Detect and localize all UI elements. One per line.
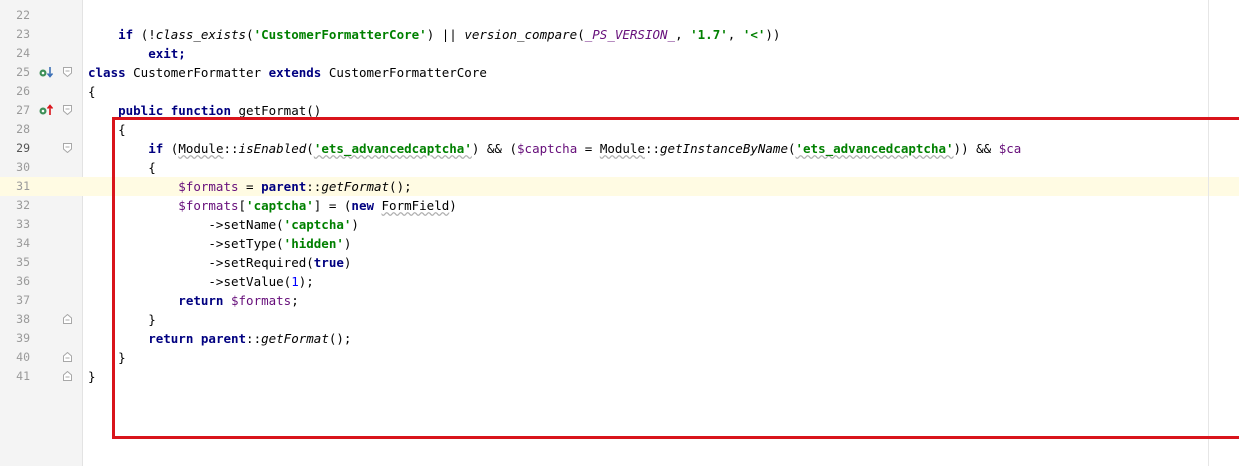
overriding-method-icon[interactable]	[38, 102, 54, 118]
code-editor[interactable]: 22 23 if (!class_exists('CustomerFormatte…	[0, 0, 1239, 466]
code-token: ,	[727, 27, 743, 42]
line-number: 24	[16, 46, 30, 60]
highlight-annotation-box	[112, 117, 1239, 439]
code-token: if	[88, 27, 141, 42]
code-token: getFormat()	[238, 103, 322, 118]
code-line[interactable]: 22	[0, 6, 1239, 25]
code-token: (!	[140, 27, 156, 42]
line-number: 32	[16, 198, 30, 212]
code-token: extends	[268, 65, 329, 80]
fold-marker-icon[interactable]	[63, 143, 72, 153]
line-number: 36	[16, 274, 30, 288]
code-token: exit;	[88, 46, 186, 61]
fold-marker-icon[interactable]	[63, 314, 72, 324]
fold-marker-icon[interactable]	[63, 352, 72, 362]
line-number: 40	[16, 350, 30, 364]
code-text: class CustomerFormatter extends Customer…	[88, 63, 487, 82]
code-token: (	[577, 27, 585, 42]
code-token: version_compare	[464, 27, 578, 42]
line-number: 26	[16, 84, 30, 98]
line-number: 41	[16, 369, 30, 383]
line-number: 34	[16, 236, 30, 250]
fold-marker-icon[interactable]	[63, 67, 72, 77]
line-number: 33	[16, 217, 30, 231]
code-token: {	[88, 84, 96, 99]
code-token: _PS_VERSION_	[584, 27, 676, 42]
code-line[interactable]: 24 exit;	[0, 44, 1239, 63]
code-token: class_exists	[155, 27, 247, 42]
fold-marker-icon[interactable]	[63, 105, 72, 115]
code-text: {	[88, 82, 96, 101]
line-number: 37	[16, 293, 30, 307]
line-number: 38	[16, 312, 30, 326]
code-token: }	[88, 369, 96, 384]
code-token: ) ||	[426, 27, 465, 42]
code-token: (	[246, 27, 254, 42]
line-number: 35	[16, 255, 30, 269]
code-line[interactable]: 25 class CustomerFormatter extends Custom…	[0, 63, 1239, 82]
code-token: 'CustomerFormatterCore'	[253, 27, 427, 42]
code-text: if (!class_exists('CustomerFormatterCore…	[88, 25, 780, 44]
line-number: 27	[16, 103, 30, 117]
line-number: 29	[16, 141, 30, 155]
line-number: 22	[16, 8, 30, 22]
line-number: 23	[16, 27, 30, 41]
code-text: }	[88, 367, 96, 386]
code-token: CustomerFormatterCore	[328, 65, 487, 80]
line-number: 31	[16, 179, 30, 193]
code-token: ,	[675, 27, 691, 42]
line-number: 30	[16, 160, 30, 174]
line-number: 25	[16, 65, 30, 79]
line-number: 28	[16, 122, 30, 136]
overridden-class-icon[interactable]	[38, 64, 54, 80]
code-token: class	[88, 65, 134, 80]
code-token: '<'	[742, 27, 766, 42]
fold-marker-icon[interactable]	[63, 371, 72, 381]
line-number: 39	[16, 331, 30, 345]
code-token: CustomerFormatter	[133, 65, 269, 80]
code-text: exit;	[88, 44, 186, 63]
code-line[interactable]: 23 if (!class_exists('CustomerFormatterC…	[0, 25, 1239, 44]
code-line[interactable]: 26 {	[0, 82, 1239, 101]
code-token: '1.7'	[690, 27, 728, 42]
code-token: public function	[88, 103, 239, 118]
code-token: ))	[765, 27, 781, 42]
